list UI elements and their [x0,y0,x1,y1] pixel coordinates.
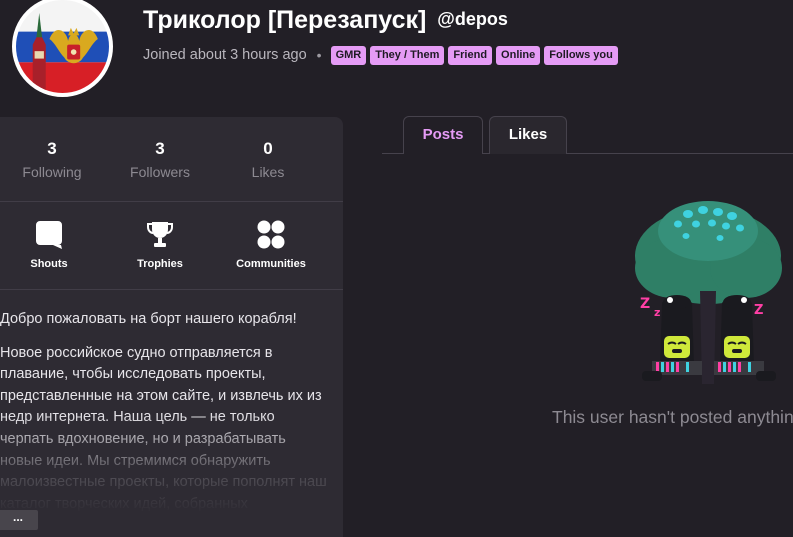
svg-text:z: z [654,306,660,319]
display-name-text: Триколор [Перезапуск] [143,6,427,34]
stats-divider [0,201,343,202]
badge-list: GMR They / Them Friend Online Follows yo… [330,45,618,65]
nav-communities[interactable]: Communities [221,219,321,270]
tab-posts[interactable]: Posts [403,116,483,154]
badge-follows-you: Follows you [544,45,618,65]
display-name: Триколор [Перезапуск] @depos [143,6,508,35]
stat-following-label: Following [22,164,82,180]
badge-pronouns: They / Them [370,45,445,65]
stat-following[interactable]: 3 Following [7,139,97,180]
svg-text:Z: Z [754,303,763,318]
nav-communities-label: Communities [236,258,306,270]
bio-fade-overlay [0,413,343,537]
communities-icon [257,220,285,249]
profile-meta: Joined about 3 hours ago • GMR They / Th… [143,45,618,65]
badge-gmr: GMR [330,45,367,65]
badge-online: Online [496,45,541,65]
nav-shouts-label: Shouts [30,258,68,270]
username: @depos [437,9,508,29]
nav-divider [0,289,343,290]
stat-followers-value: 3 [155,139,165,158]
show-more-button[interactable]: ... [0,510,38,530]
nav-shouts[interactable]: Shouts [0,219,99,270]
nav-trophies[interactable]: Trophies [110,219,210,270]
bio-paragraph: Добро пожаловать на борт нашего корабля! [0,311,297,327]
profile-page: Триколор [Перезапуск] @depos Joined abou… [0,0,793,537]
stat-followers[interactable]: 3 Followers [115,139,205,180]
svg-text:Z: Z [640,296,650,312]
stat-likes-label: Likes [251,164,285,180]
stat-likes[interactable]: 0 Likes [223,139,313,180]
tab-likes[interactable]: Likes [489,116,567,154]
empty-posts-message: This user hasn't posted anything yet [552,407,793,427]
stats-row: 3 Following 3 Followers 0 Likes [0,117,343,201]
nav-trophies-label: Trophies [137,258,183,270]
trophy-icon [147,222,173,247]
speech-bubble-icon [36,221,62,249]
stat-likes-value: 0 [263,139,273,158]
profile-sidebar: 3 Following 3 Followers 0 Likes Shouts T… [0,117,343,537]
stat-followers-label: Followers [130,164,190,180]
sleeping-under-tree-illustration: Z z Z [635,201,782,384]
separator-dot: • [316,47,322,63]
badge-friend: Friend [448,45,493,65]
avatar[interactable] [12,0,113,97]
joined-text: Joined about 3 hours ago [143,47,307,63]
stat-following-value: 3 [47,139,57,158]
tricolor-flag-avatar-image [16,0,109,93]
